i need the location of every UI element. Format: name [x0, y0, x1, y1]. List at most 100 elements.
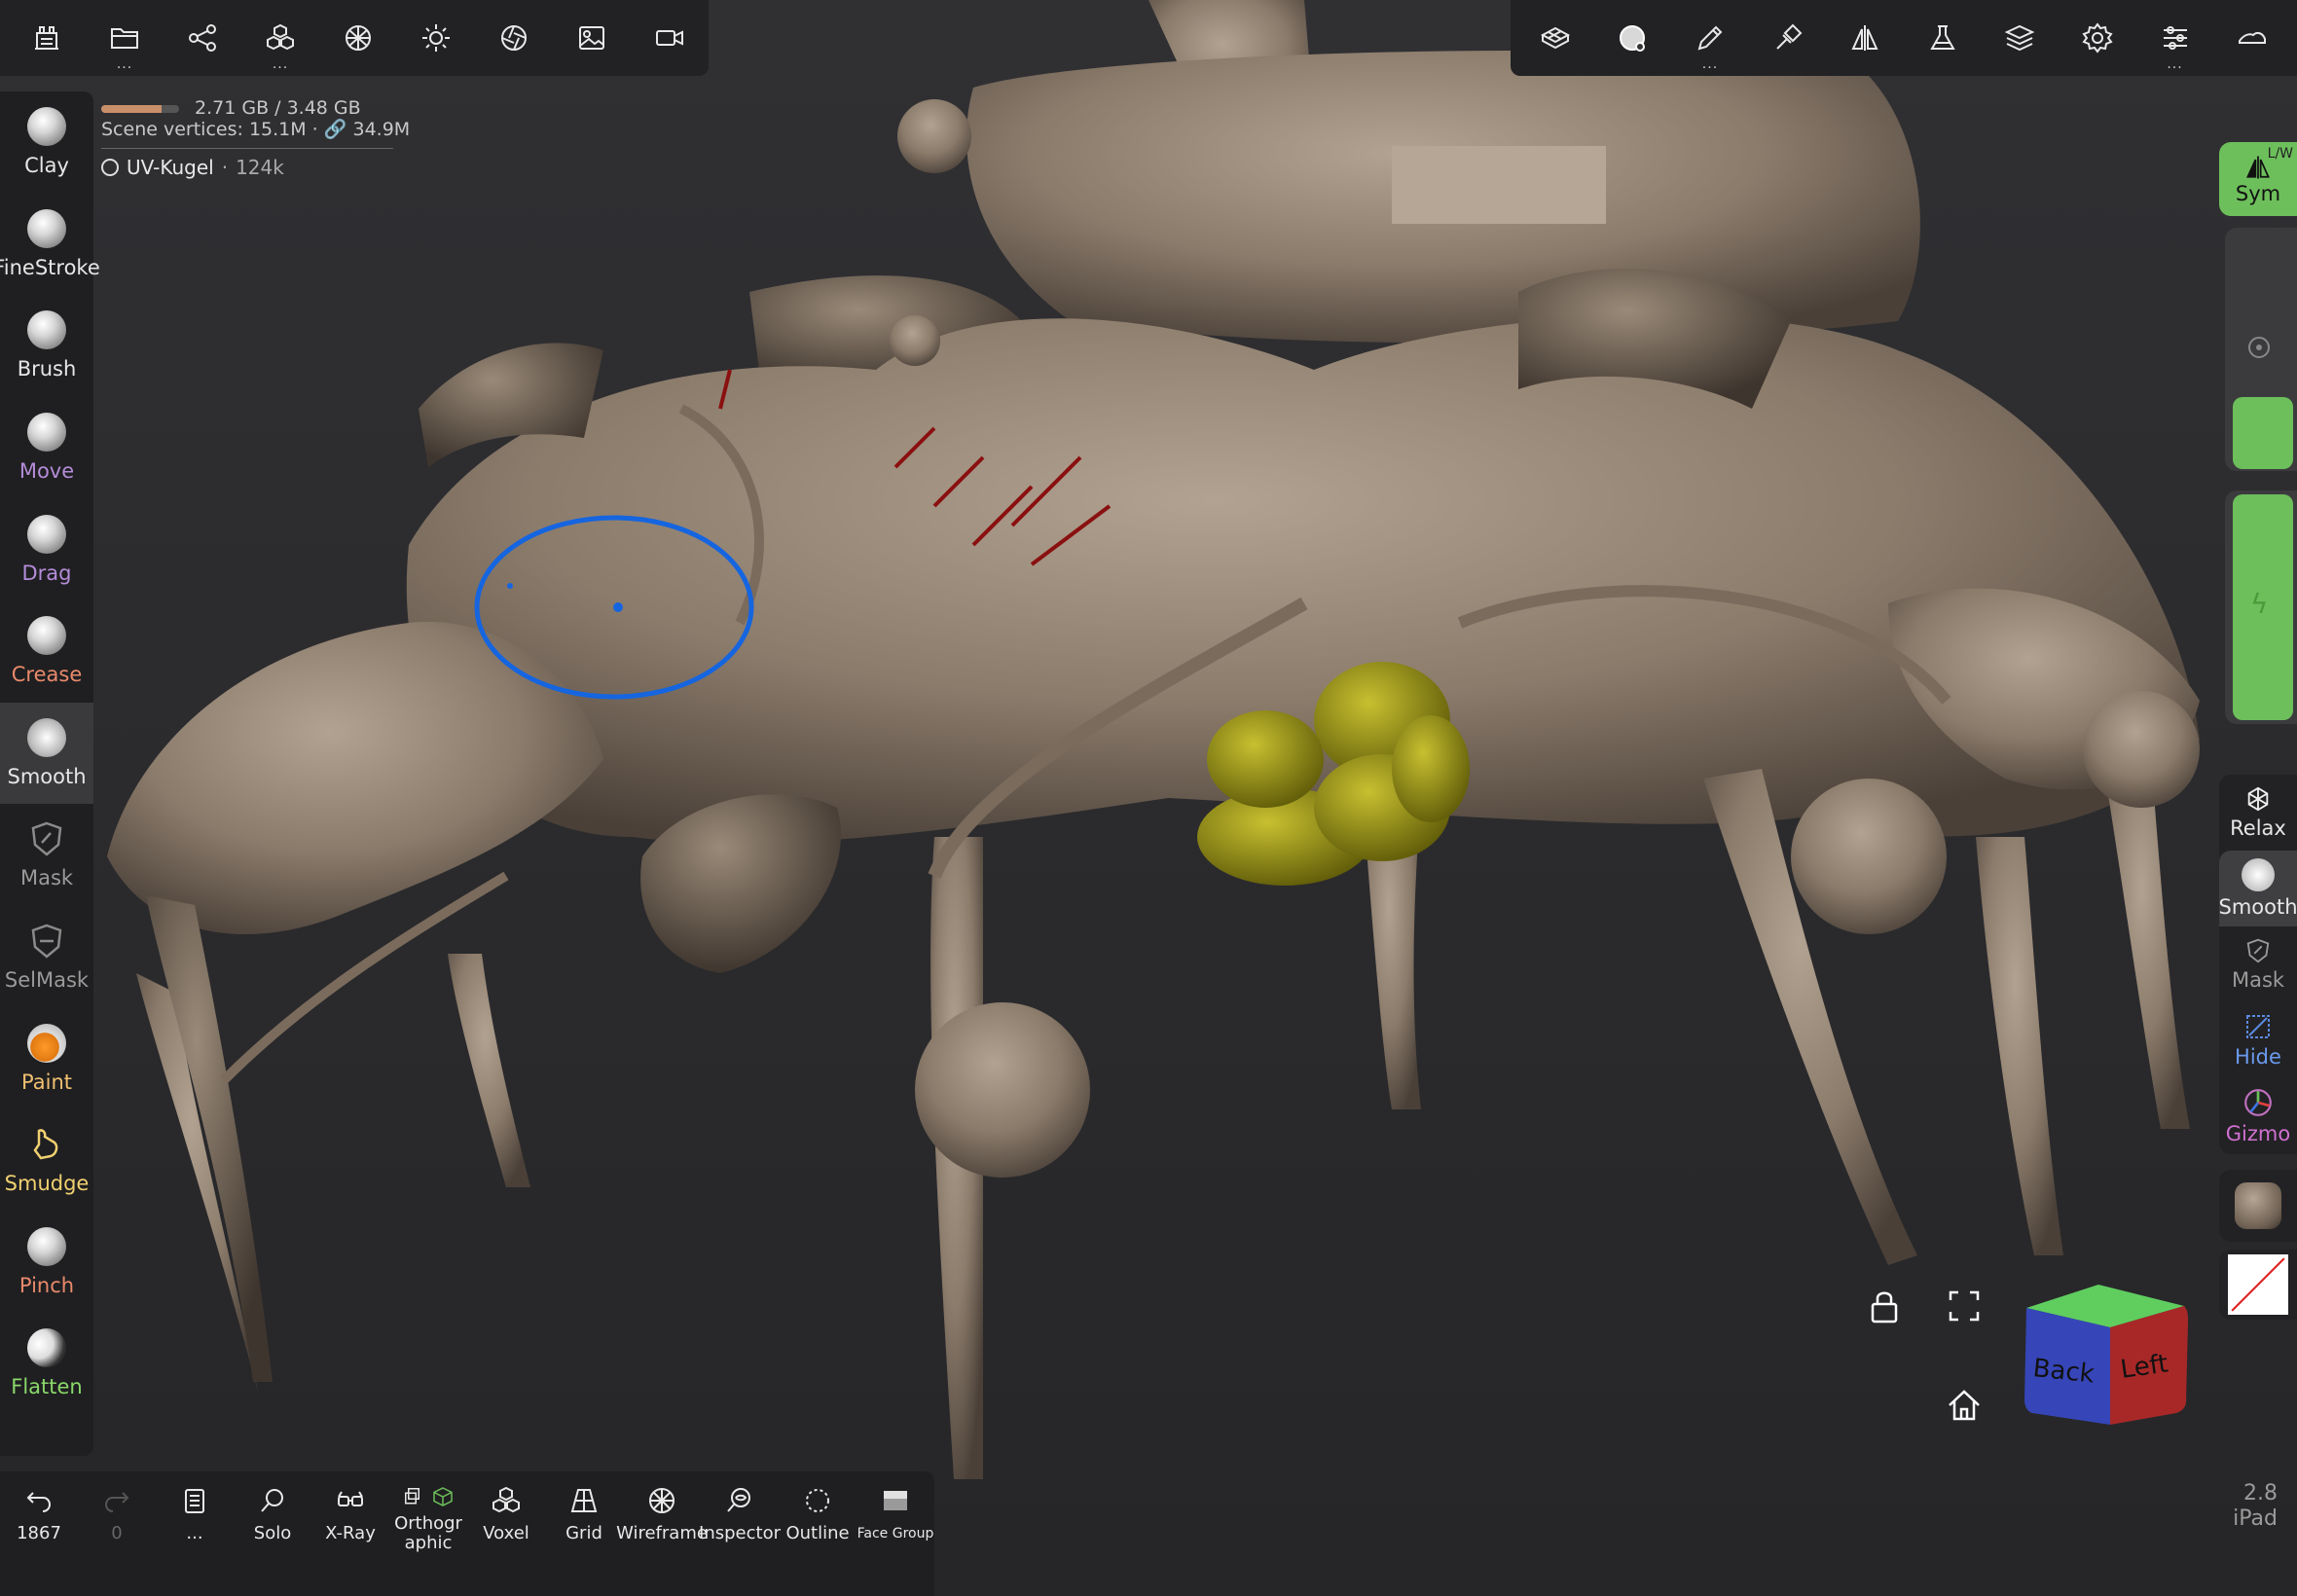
outline-button[interactable]: Outline: [779, 1485, 857, 1543]
tool-paint[interactable]: Paint: [0, 1007, 93, 1109]
home-view-button[interactable]: [1945, 1386, 1984, 1429]
tool-smooth[interactable]: Smooth: [0, 702, 93, 805]
settings-gear-icon[interactable]: [2059, 0, 2136, 76]
drag-brush-icon: [27, 514, 66, 554]
tool-label: Clay: [24, 154, 69, 178]
voxel-label: Voxel: [483, 1523, 529, 1543]
brush-settings-icon[interactable]: [1749, 0, 1827, 76]
smudge-finger-icon: [33, 1129, 58, 1160]
pinch-brush-icon: [27, 1226, 66, 1266]
mask-quick-label: Mask: [2231, 968, 2285, 992]
wireframe-button[interactable]: Wireframe: [616, 1485, 708, 1543]
grid-button[interactable]: Grid: [545, 1485, 623, 1543]
sliders-icon[interactable]: ...: [2136, 0, 2214, 76]
tool-label: Smooth: [7, 764, 87, 788]
tool-smudge[interactable]: Smudge: [0, 1109, 93, 1212]
version-info: 2.8 iPad: [2233, 1481, 2278, 1532]
history-button[interactable]: ...: [156, 1485, 234, 1543]
mask-shield-icon: [31, 822, 62, 857]
wireframe-label: Wireframe: [616, 1523, 708, 1543]
tool-crease[interactable]: Crease: [0, 600, 93, 703]
tool-label: Drag: [21, 561, 72, 585]
tool-flatten[interactable]: Flatten: [0, 1313, 93, 1415]
xray-button[interactable]: X-Ray: [311, 1485, 389, 1543]
standard-brush-icon: [27, 310, 66, 350]
radius-target-icon: [2248, 337, 2270, 358]
symmetry-icon[interactable]: [1826, 0, 1904, 76]
gizmo-quick-button[interactable]: Gizmo: [2219, 1078, 2297, 1154]
solo-button[interactable]: Solo: [234, 1485, 311, 1543]
memory-usage: 2.71 GB / 3.48 GB: [195, 97, 361, 119]
view-cube[interactable]: Back Left: [2019, 1277, 2194, 1433]
sym-lw-badge: L/W: [2267, 146, 2293, 162]
tool-selmask[interactable]: SelMask: [0, 906, 93, 1008]
home-icon: [1949, 1390, 1980, 1421]
symmetry-label: Sym: [2235, 182, 2281, 205]
tool-brush[interactable]: Brush: [0, 295, 93, 397]
sculpt-viewport[interactable]: [0, 0, 2297, 1596]
mask-quick-button[interactable]: Mask: [2219, 926, 2297, 1002]
flask-icon[interactable]: [1904, 0, 1982, 76]
crease-brush-icon: [27, 616, 66, 656]
no-color-swatch[interactable]: [2219, 1250, 2297, 1320]
smooth-quick-button[interactable]: Smooth: [2218, 851, 2297, 926]
redo-button[interactable]: 0: [78, 1485, 156, 1543]
memory-bar: [101, 104, 179, 113]
objects-icon[interactable]: ...: [241, 0, 319, 76]
object-face-count: 124k: [236, 156, 284, 179]
wireframe-icon: [649, 1488, 675, 1513]
notebook-icon: [185, 1489, 204, 1513]
top-right-toolbar: ... ...: [1511, 0, 2297, 76]
hide-quick-icon: [2246, 1015, 2270, 1038]
relax-button[interactable]: Relax: [2219, 775, 2297, 851]
xray-label: X-Ray: [325, 1523, 376, 1543]
tool-label: Brush: [17, 357, 77, 381]
tool-label: Pinch: [18, 1273, 75, 1297]
video-icon[interactable]: [631, 0, 709, 76]
light-icon[interactable]: [397, 0, 475, 76]
frame-all-button[interactable]: [1945, 1287, 1984, 1329]
stats-divider: [101, 148, 393, 149]
undo-button[interactable]: 1867: [0, 1485, 78, 1543]
radius-slider[interactable]: [2225, 228, 2297, 471]
face-group-label: Face Group: [857, 1526, 934, 1542]
stroke-pen-icon[interactable]: ...: [1671, 0, 1749, 76]
tool-move[interactable]: Move: [0, 397, 93, 499]
tool-finestroke[interactable]: FineStroke: [0, 194, 100, 296]
material-icon[interactable]: [319, 0, 397, 76]
undo-icon: [26, 1492, 52, 1512]
lock-camera-button[interactable]: [1865, 1287, 1904, 1329]
symmetry-toggle[interactable]: L/W Sym: [2219, 142, 2297, 216]
redo-count: 0: [111, 1523, 123, 1543]
sphere-object-icon: [101, 159, 119, 176]
scene-icon[interactable]: [8, 0, 86, 76]
image-icon[interactable]: [553, 0, 631, 76]
inspector-button[interactable]: Inspector: [699, 1485, 781, 1543]
hide-quick-button[interactable]: Hide: [2219, 1002, 2297, 1078]
open-file-icon[interactable]: ...: [86, 0, 164, 76]
interface-icon[interactable]: [2213, 0, 2291, 76]
intensity-slider[interactable]: ϟ: [2225, 490, 2297, 724]
tool-pinch[interactable]: Pinch: [0, 1212, 93, 1314]
selmask-shield-icon: [31, 924, 62, 959]
voxel-button[interactable]: Voxel: [467, 1485, 545, 1543]
material-preview-icon: [2235, 1182, 2281, 1229]
tool-drag[interactable]: Drag: [0, 498, 93, 600]
selected-object[interactable]: UV-Kugel · 124k: [101, 157, 410, 178]
topology-icon[interactable]: [1516, 0, 1594, 76]
share-icon[interactable]: [164, 0, 241, 76]
active-brush-icon[interactable]: [1594, 0, 1672, 76]
material-preview-button[interactable]: [2219, 1170, 2297, 1242]
face-group-icon: [884, 1491, 907, 1510]
layers-icon[interactable]: [1982, 0, 2060, 76]
orthographic-button[interactable]: Orthographic: [389, 1485, 467, 1553]
flatten-brush-icon: [27, 1328, 66, 1368]
clay-brush-icon: [27, 107, 66, 147]
tool-clay[interactable]: Clay: [0, 91, 93, 194]
tool-mask[interactable]: Mask: [0, 804, 93, 906]
face-group-button[interactable]: Face Group: [857, 1485, 934, 1543]
mask-quick-icon: [2246, 938, 2270, 963]
camera-aperture-icon[interactable]: [475, 0, 553, 76]
outline-label: Outline: [785, 1523, 850, 1543]
grid-icon: [570, 1489, 598, 1512]
